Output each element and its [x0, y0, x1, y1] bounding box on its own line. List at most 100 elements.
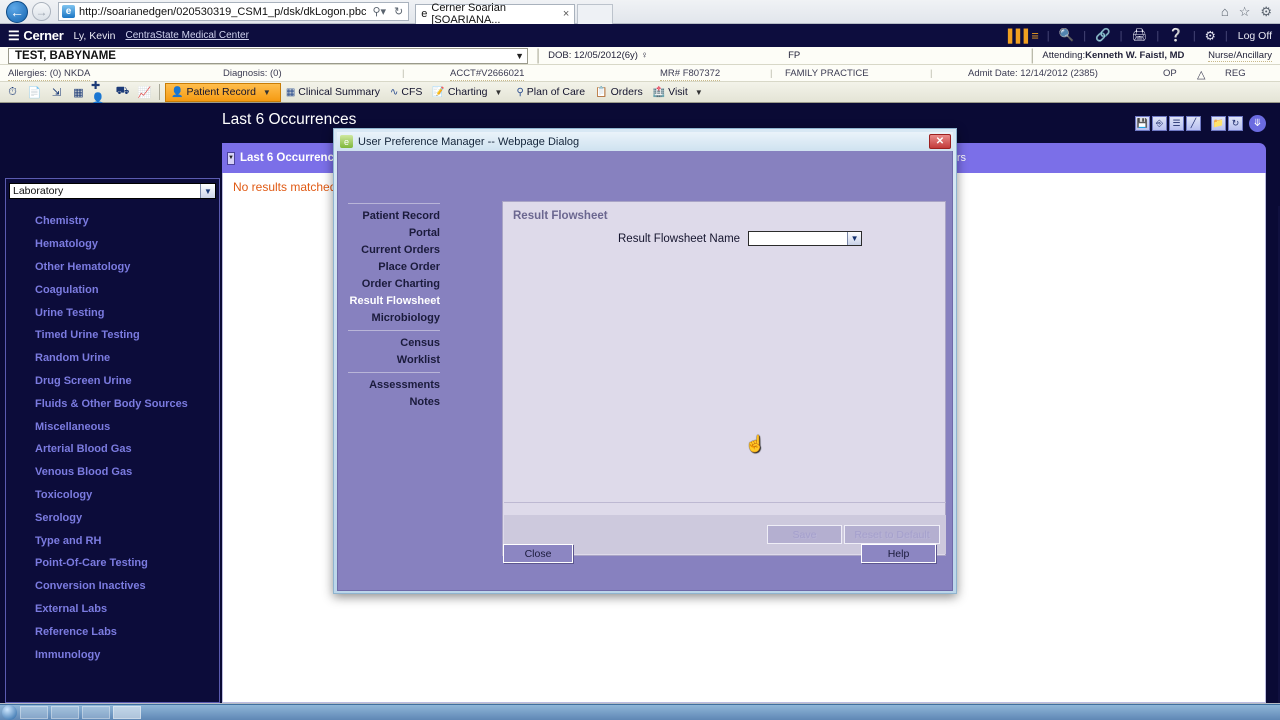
link-icon[interactable]: 🔗: [1086, 28, 1120, 43]
chevron-down-icon[interactable]: ▼: [847, 232, 862, 245]
chevron-double-down-icon[interactable]: ⤋: [1249, 115, 1266, 132]
new-tab-button[interactable]: [577, 3, 614, 24]
toolbar-item-label: Clinical Summary: [298, 86, 380, 98]
list-view-icon[interactable]: ☰: [1169, 116, 1184, 131]
nav-item-label: Hematology: [35, 238, 98, 251]
dialog-menu-census[interactable]: Census: [348, 334, 440, 351]
patient-account: ACCT#V2666021: [450, 68, 525, 81]
toolbar-item-patient-record[interactable]: 👤 Patient Record ▼: [165, 82, 281, 102]
dialog-menu-worklist[interactable]: Worklist: [348, 351, 440, 368]
folder-open-icon[interactable]: 📁: [1211, 116, 1226, 131]
toolbar-item-charting[interactable]: 📝 Charting ▼: [427, 83, 511, 102]
nav-item-hematology[interactable]: Hematology: [6, 233, 219, 256]
gear-icon[interactable]: ⚙: [1196, 28, 1225, 43]
address-bar[interactable]: e http://soarianedgen/020530319_CSM1_p/d…: [58, 2, 410, 21]
people-list-icon[interactable]: ▌▌▌≡: [999, 29, 1047, 43]
back-button[interactable]: ←: [6, 0, 28, 23]
gear-icon[interactable]: ⚙: [1260, 4, 1272, 20]
nav-item-coagulation[interactable]: Coagulation: [6, 278, 219, 301]
nav-item-venous-blood-gas[interactable]: Venous Blood Gas: [6, 461, 219, 484]
toolbar-item-visit[interactable]: 🏥 Visit ▼: [648, 83, 712, 102]
nav-item-type-and-rh[interactable]: Type and RH: [6, 529, 219, 552]
print-icon[interactable]: 🖨: [1123, 28, 1157, 43]
search-icon[interactable]: 🔍: [1050, 28, 1084, 43]
dialog-menu-microbiology[interactable]: Microbiology: [348, 309, 440, 326]
nav-item-urine-testing[interactable]: Urine Testing: [6, 301, 219, 324]
toolbar-item-orders[interactable]: 📋 Orders: [590, 83, 648, 102]
panel-collapse-handle[interactable]: ▼: [227, 151, 235, 165]
nav-item-arterial-blood-gas[interactable]: Arterial Blood Gas: [6, 438, 219, 461]
patient-add-icon[interactable]: ✚👤: [91, 80, 110, 105]
home-icon[interactable]: ⌂: [1221, 4, 1229, 20]
nav-item-miscellaneous[interactable]: Miscellaneous: [6, 415, 219, 438]
dialog-menu-result-flowsheet[interactable]: Result Flowsheet: [348, 292, 440, 309]
chart-icon[interactable]: 📈: [135, 84, 154, 101]
star-icon[interactable]: ☆: [1239, 4, 1251, 20]
category-select[interactable]: Laboratory ▼: [9, 183, 216, 199]
address-refresh-icon[interactable]: ↻: [392, 5, 405, 18]
close-icon[interactable]: ✕: [929, 134, 951, 149]
clock-icon[interactable]: ⏱: [3, 84, 22, 101]
nav-item-timed-urine-testing[interactable]: Timed Urine Testing: [6, 324, 219, 347]
log-off-button[interactable]: Log Off: [1228, 30, 1272, 42]
dialog-menu-notes[interactable]: Notes: [348, 393, 440, 410]
patient-dob: DOB: 12/05/2012(6y): [548, 50, 638, 61]
patient-department: FAMILY PRACTICE: [785, 68, 869, 79]
browser-tab-cerner[interactable]: e Cerner Soarian [SOARIANA... ×: [415, 2, 576, 26]
refresh-icon[interactable]: ↻: [1228, 116, 1243, 131]
save-view-icon[interactable]: 💾: [1135, 116, 1150, 131]
dialog-menu-order-charting[interactable]: Order Charting: [348, 275, 440, 292]
nav-item-immunology[interactable]: Immunology: [6, 643, 219, 666]
dialog-menu-portal[interactable]: Portal: [348, 224, 440, 241]
nav-item-random-urine[interactable]: Random Urine: [6, 347, 219, 370]
taskbar-item-1[interactable]: [20, 706, 48, 719]
patient-name-row: TEST, BABYNAME ▼ | DOB: 12/05/2012(6y) ♀…: [0, 47, 1280, 65]
browser-tools: ⌂ ☆ ⚙: [1221, 4, 1280, 20]
nav-item-other-hematology[interactable]: Other Hematology: [6, 256, 219, 279]
chevron-down-icon[interactable]: ▼: [515, 51, 524, 61]
chevron-down-icon[interactable]: ▼: [259, 88, 275, 97]
taskbar-item-4[interactable]: [113, 706, 141, 719]
patient-selector[interactable]: TEST, BABYNAME ▼: [8, 47, 528, 64]
taskbar-item-2[interactable]: [51, 706, 79, 719]
calculator-icon[interactable]: ▦: [69, 84, 88, 101]
document-icon[interactable]: 📄: [25, 84, 44, 101]
separator: |: [930, 68, 933, 79]
nav-item-external-labs[interactable]: External Labs: [6, 598, 219, 621]
reset-to-default-button[interactable]: Reset to Default: [844, 525, 940, 544]
dialog-title-bar[interactable]: e User Preference Manager -- Webpage Dia…: [337, 132, 953, 151]
start-button[interactable]: [2, 705, 17, 720]
nav-item-serology[interactable]: Serology: [6, 506, 219, 529]
nav-item-chemistry[interactable]: Chemistry: [6, 210, 219, 233]
help-button[interactable]: Help: [861, 544, 936, 563]
save-button[interactable]: Save: [767, 525, 842, 544]
chevron-down-icon[interactable]: ▼: [491, 88, 507, 97]
nav-item-point-of-care-testing[interactable]: Point-Of-Care Testing: [6, 552, 219, 575]
close-button[interactable]: Close: [503, 544, 573, 563]
toolbar-item-cfs[interactable]: ∿ CFS: [385, 83, 427, 102]
toolbar-item-plan-of-care[interactable]: ⚲ Plan of Care: [511, 83, 590, 102]
nav-item-fluids-other-body-sources[interactable]: Fluids & Other Body Sources: [6, 392, 219, 415]
dialog-menu-place-order[interactable]: Place Order: [348, 258, 440, 275]
medication-icon[interactable]: ⛟: [113, 84, 132, 101]
dialog-menu-patient-record[interactable]: Patient Record: [348, 207, 440, 224]
toolbar-item-clinical-summary[interactable]: ▦ Clinical Summary: [281, 83, 385, 102]
organization-link[interactable]: CentraState Medical Center: [126, 30, 249, 41]
chevron-down-icon[interactable]: ▼: [691, 88, 707, 97]
nav-item-drug-screen-urine[interactable]: Drug Screen Urine: [6, 370, 219, 393]
chevron-down-icon[interactable]: ▼: [200, 184, 215, 198]
result-flowsheet-name-select[interactable]: ▼: [748, 231, 863, 246]
select-icon[interactable]: ⎆: [1152, 116, 1167, 131]
dialog-menu-assessments[interactable]: Assessments: [348, 376, 440, 393]
dialog-menu-current-orders[interactable]: Current Orders: [348, 241, 440, 258]
nav-item-toxicology[interactable]: Toxicology: [6, 484, 219, 507]
nav-item-conversion-inactives[interactable]: Conversion Inactives: [6, 575, 219, 598]
taskbar-item-3[interactable]: [82, 706, 110, 719]
transfer-icon[interactable]: ⇲: [47, 84, 66, 101]
graph-view-icon[interactable]: ╱: [1186, 116, 1201, 131]
address-search-icon[interactable]: ⚲▾: [370, 5, 388, 18]
nav-item-reference-labs[interactable]: Reference Labs: [6, 620, 219, 643]
help-icon[interactable]: ❔: [1159, 28, 1193, 43]
forward-button[interactable]: →: [32, 2, 51, 21]
tab-close-icon[interactable]: ×: [563, 8, 569, 20]
